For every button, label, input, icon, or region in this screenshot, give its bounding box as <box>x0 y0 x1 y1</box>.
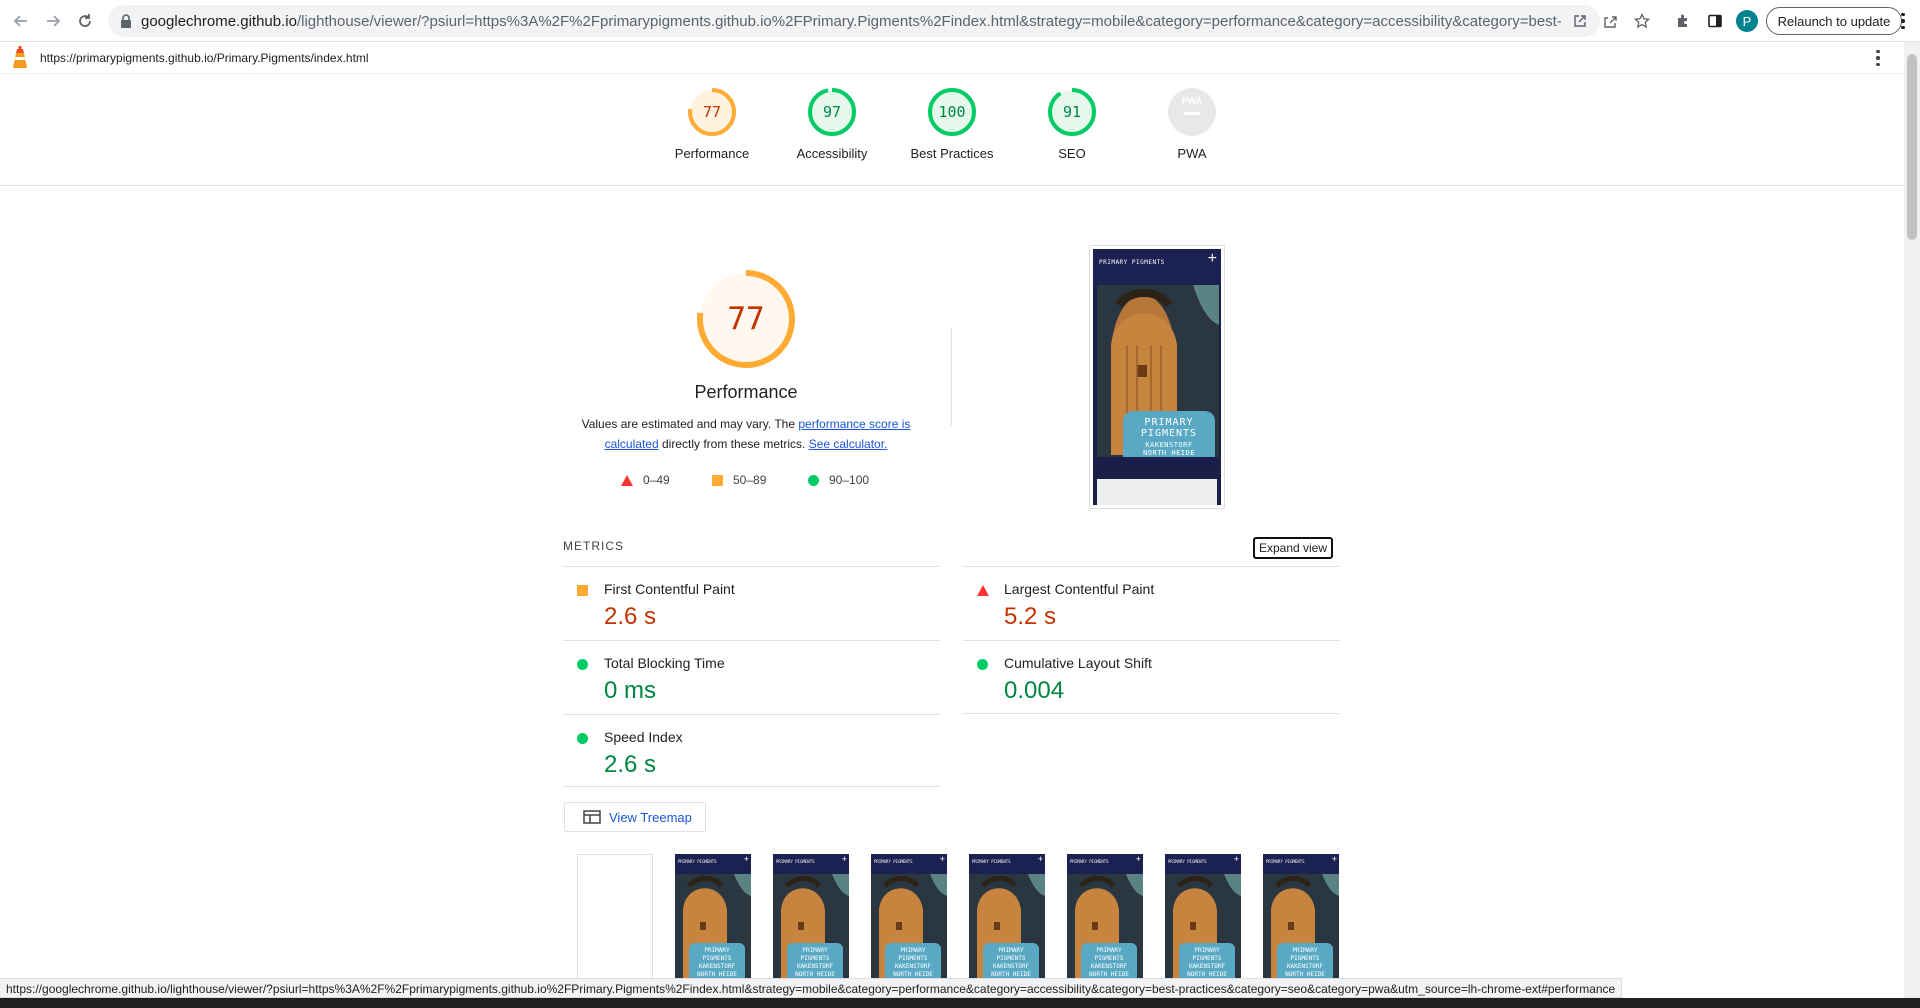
artwork-image: PRIMARY PIGMENTS KAKENSTORF NORTH HEIDE <box>1097 285 1219 457</box>
gauge-score: 91 <box>1062 103 1082 121</box>
filmstrip-frame: PRIMARY PIGMENTS + PRIMARY PIGMENTS KAKENSTO… <box>871 854 947 989</box>
scrollbar[interactable] <box>1904 42 1920 998</box>
audited-url[interactable]: https://primarypigments.github.io/Primar… <box>40 51 369 65</box>
metric-cumulative-layout-shift: Cumulative Layout Shift 0.004 <box>963 640 1340 714</box>
square-icon <box>577 585 588 596</box>
scrollbar-thumb[interactable] <box>1907 54 1917 240</box>
triangle-icon <box>621 474 633 486</box>
forward-button[interactable] <box>41 9 65 33</box>
expand-view-button[interactable]: Expand view <box>1253 537 1333 559</box>
gauge-accessibility[interactable]: 97 Accessibility <box>772 88 892 161</box>
filmstrip-frame: PRIMARY PIGMENTS + PRIMARY PIGMENTS KAKENSTO… <box>969 854 1045 989</box>
screenshot-brand: PRIMARY PIGMENTS <box>1099 259 1165 266</box>
view-treemap-button[interactable]: View Treemap <box>564 802 706 832</box>
address-bar[interactable]: googlechrome.github.io/lighthouse/viewer… <box>108 5 1650 37</box>
filmstrip-frame: PRIMARY PIGMENTS + PRIMARY PIGMENTS KAKENSTO… <box>1263 854 1339 989</box>
performance-title: Performance <box>694 382 798 402</box>
scores-header: 77 Performance 97 Accessibility 100 Best… <box>0 74 1904 186</box>
gauge-best-practices[interactable]: 100 Best Practices <box>892 88 1012 161</box>
gauge-label: SEO <box>1058 146 1086 161</box>
filmstrip-frame: PRIMARY PIGMENTS + PRIMARY PIGMENTS KAKENSTO… <box>1067 854 1143 989</box>
pwa-badge-icon: PWA <box>1168 88 1216 136</box>
url-text: googlechrome.github.io/lighthouse/viewer… <box>141 13 1561 30</box>
filmstrip-frame: PRIMARY PIGMENTS + PRIMARY PIGMENTS KAKENSTO… <box>773 854 849 989</box>
metric-first-contentful-paint: First Contentful Paint 2.6 s <box>563 566 940 640</box>
arrow-right-icon <box>47 15 61 27</box>
side-panel-icon[interactable] <box>1704 10 1726 32</box>
open-external-icon[interactable] <box>1570 11 1590 31</box>
chrome-menu-button[interactable] <box>1896 10 1910 32</box>
relaunch-button[interactable]: Relaunch to update <box>1766 7 1902 35</box>
legend-pass: 90–100 <box>808 473 869 487</box>
back-button[interactable] <box>9 9 33 33</box>
circle-icon <box>577 733 588 744</box>
see-calculator-link[interactable]: See calculator. <box>809 437 888 451</box>
browser-toolbar: googlechrome.github.io/lighthouse/viewer… <box>0 0 1920 42</box>
gauge-label: Accessibility <box>796 146 868 161</box>
profile-avatar[interactable]: P <box>1736 10 1758 32</box>
square-icon <box>712 474 723 486</box>
filmstrip-frame: PRIMARY PIGMENTS + PRIMARY PIGMENTS KAKENSTO… <box>675 854 751 989</box>
status-bubble: https://googlechrome.github.io/lighthous… <box>0 978 1623 998</box>
gauge-score: 100 <box>938 103 966 121</box>
gauge-performance[interactable]: 77 Performance <box>652 88 772 161</box>
triangle-icon <box>977 585 989 596</box>
gauge-label: PWA <box>1177 146 1207 161</box>
performance-score: 77 <box>727 301 765 337</box>
circle-icon <box>977 659 988 670</box>
gauge-score: 97 <box>822 103 842 121</box>
treemap-icon <box>583 810 601 824</box>
reload-icon <box>79 14 91 27</box>
gauge-label: Performance <box>674 146 750 161</box>
metric-speed-index: Speed Index 2.6 s <box>563 714 940 788</box>
plus-icon: + <box>1207 250 1217 267</box>
gauge-seo[interactable]: 91 SEO <box>1012 88 1132 161</box>
reload-button[interactable] <box>73 9 97 33</box>
pwa-badge-text: PWA <box>1181 96 1203 106</box>
metric-total-blocking-time: Total Blocking Time 0 ms <box>563 640 940 714</box>
share-icon[interactable] <box>1600 11 1620 31</box>
extensions-icon[interactable] <box>1672 10 1694 32</box>
filmstrip-frame: PRIMARY PIGMENTS + PRIMARY PIGMENTS KAKENSTO… <box>1165 854 1241 989</box>
divider <box>563 786 940 787</box>
metric-largest-contentful-paint: Largest Contentful Paint 5.2 s <box>963 566 1340 640</box>
final-screenshot[interactable]: PRIMARY PIGMENTS + PRIMARY PIGMENTS KAKE… <box>1089 245 1225 509</box>
screenshot-card: PRIMARY PIGMENTS KAKENSTORF NORTH HEIDE <box>1123 411 1215 457</box>
gauge-label: Best Practices <box>910 146 994 161</box>
lock-icon[interactable] <box>116 11 136 31</box>
lighthouse-logo-icon <box>10 46 30 75</box>
filmstrip-frame <box>577 854 653 989</box>
screenshot-image: PRIMARY PIGMENTS + PRIMARY PIGMENTS KAKE… <box>1093 249 1221 505</box>
arrow-left-icon <box>13 15 27 27</box>
gauge-pwa[interactable]: PWA PWA <box>1132 88 1252 161</box>
gauge-score: 77 <box>702 103 722 121</box>
metrics-heading: METRICS <box>563 539 624 553</box>
legend-fail: 0–49 <box>621 473 670 487</box>
lighthouse-topbar: https://primarypigments.github.io/Primar… <box>0 42 1904 74</box>
divider <box>951 328 952 426</box>
circle-icon <box>577 659 588 670</box>
star-icon[interactable] <box>1632 11 1652 31</box>
performance-description: Values are estimated and may vary. The p… <box>581 417 911 451</box>
taskbar <box>0 998 1920 1008</box>
report-menu-button[interactable] <box>1870 48 1886 68</box>
legend-average: 50–89 <box>712 473 766 487</box>
circle-icon <box>808 474 819 486</box>
